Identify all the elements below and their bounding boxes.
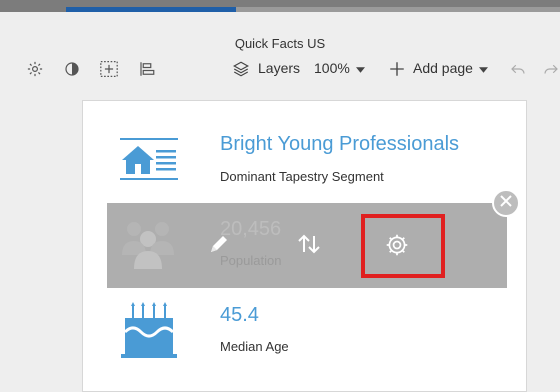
add-page-label: Add page: [413, 60, 473, 76]
top-strip: [0, 0, 560, 12]
layers-icon[interactable]: [230, 58, 252, 80]
redo-icon[interactable]: [540, 58, 560, 80]
close-icon: [500, 194, 512, 212]
median-age-label: Median Age: [220, 339, 289, 354]
zoom-dropdown[interactable]: 100%: [314, 60, 365, 76]
house-icon: [120, 136, 178, 187]
add-page-button[interactable]: Add page: [413, 60, 488, 76]
settings-highlight-box: [361, 214, 445, 278]
layers-label: Layers: [258, 60, 301, 76]
undo-icon[interactable]: [507, 58, 529, 80]
contrast-icon[interactable]: [61, 58, 83, 80]
chevron-down-icon: [355, 60, 365, 76]
zoom-label: 100%: [314, 60, 350, 76]
people-icon: [120, 215, 176, 271]
swap-icon[interactable]: [296, 232, 322, 261]
top-accent-bar: [66, 7, 236, 12]
top-secondary-bar: [236, 7, 560, 12]
select-area-icon[interactable]: [98, 58, 120, 80]
close-overlay-button[interactable]: [492, 189, 520, 217]
document-title: Quick Facts US: [234, 36, 326, 51]
pencil-icon[interactable]: [207, 232, 231, 261]
layers-button[interactable]: Layers: [258, 60, 300, 76]
align-icon[interactable]: [136, 58, 158, 80]
chevron-down-icon: [478, 60, 488, 76]
birthday-cake-icon: [119, 302, 179, 365]
settings-gear-icon[interactable]: [24, 58, 46, 80]
tapestry-subtitle: Dominant Tapestry Segment: [220, 169, 384, 184]
median-age-value: 45.4: [220, 304, 259, 326]
tapestry-title: Bright Young Professionals: [220, 133, 460, 155]
plus-icon[interactable]: [386, 58, 408, 80]
